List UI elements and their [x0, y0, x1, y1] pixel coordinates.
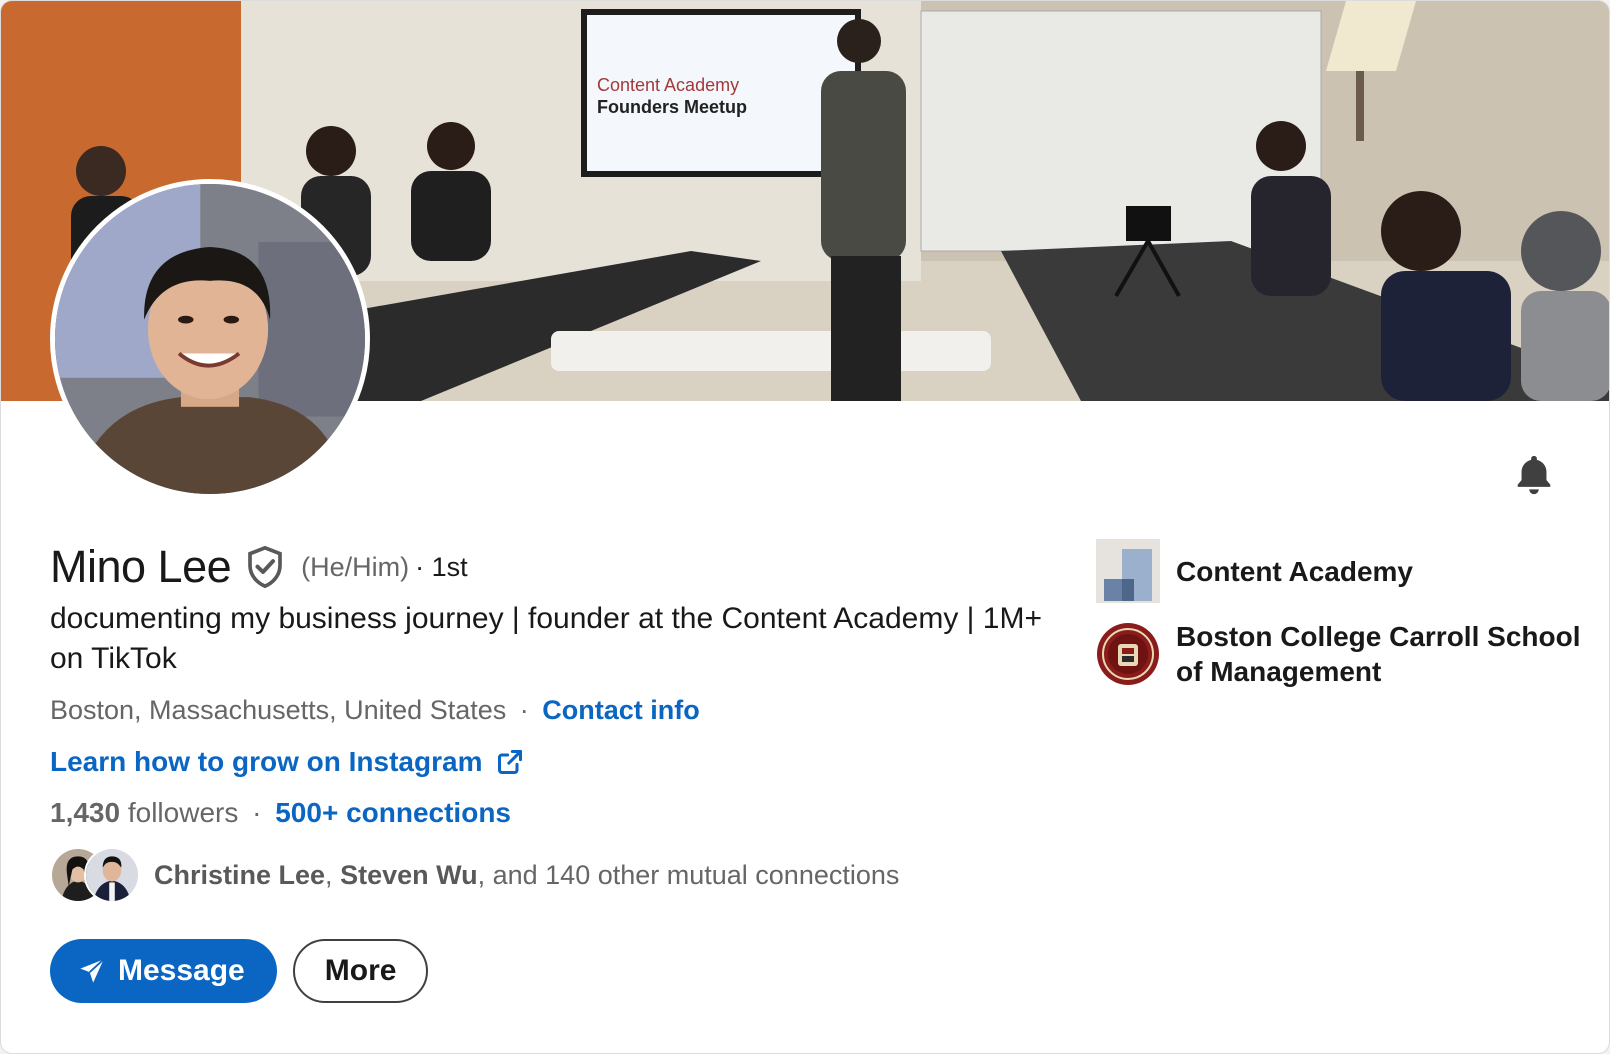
- notification-bell-icon[interactable]: [1511, 451, 1557, 499]
- cover-screen-line2: Founders Meetup: [597, 97, 747, 117]
- profile-photo[interactable]: [50, 179, 370, 499]
- profile-headline: documenting my business journey | founde…: [50, 602, 1042, 675]
- more-button-label: More: [324, 954, 397, 987]
- mutual-avatar-steven: [84, 847, 140, 903]
- content-academy-logo: [1096, 539, 1160, 603]
- mutual-avatar-illustration: [86, 849, 138, 901]
- org-name: Boston College Carroll School of Managem…: [1176, 621, 1581, 687]
- org-boston-college[interactable]: Boston College Carroll School of Managem…: [1096, 619, 1609, 689]
- profile-actions: Message More: [50, 939, 429, 1003]
- profile-card: Content Academy Founders Meetup Mino Lee…: [0, 0, 1610, 1054]
- content-academy-logo-graphic: [1096, 539, 1160, 603]
- boston-college-seal: [1097, 623, 1159, 685]
- followers-row: 1,430 followers · 500+ connections: [50, 797, 511, 829]
- paper-plane-icon: [80, 958, 105, 983]
- org-content-academy[interactable]: Content Academy: [1096, 539, 1413, 603]
- external-link-icon: [498, 749, 523, 775]
- followers-label: followers: [127, 797, 239, 828]
- message-button[interactable]: Message: [50, 939, 277, 1003]
- profile-photo-illustration: [55, 184, 365, 494]
- mutual-name-1: Christine Lee: [154, 859, 326, 890]
- verified-shield-icon[interactable]: [245, 545, 285, 589]
- org-name: Content Academy: [1176, 555, 1414, 587]
- mutual-connections-text: Christine Lee, Steven Wu, and 140 other …: [154, 860, 899, 891]
- profile-name: Mino Lee: [50, 541, 232, 592]
- name-row: Mino Lee (He/Him) · 1st: [50, 541, 468, 593]
- location-row: Boston, Massachusetts, United States · C…: [50, 695, 700, 726]
- followers-separator: ·: [252, 797, 262, 828]
- boston-college-logo: [1096, 622, 1160, 686]
- website-link[interactable]: Learn how to grow on Instagram: [50, 746, 524, 778]
- message-button-label: Message: [118, 954, 245, 987]
- bell-icon: [1517, 455, 1551, 495]
- pronouns: (He/Him): [301, 551, 410, 582]
- contact-info-link[interactable]: Contact info: [542, 695, 699, 725]
- more-button[interactable]: More: [292, 939, 429, 1003]
- mutual-name-2: Steven Wu: [340, 859, 478, 890]
- mutual-connections[interactable]: Christine Lee, Steven Wu, and 140 other …: [50, 847, 899, 903]
- mutual-suffix: , and 140 other mutual connections: [477, 859, 900, 890]
- cover-screen-line1: Content Academy: [597, 75, 739, 95]
- mutual-comma: ,: [325, 859, 333, 890]
- connections-link[interactable]: 500+ connections: [275, 797, 511, 828]
- location-separator: ·: [519, 695, 529, 725]
- connection-degree: · 1st: [415, 551, 468, 582]
- location: Boston, Massachusetts, United States: [50, 695, 507, 725]
- followers-count: 1,430: [50, 797, 121, 828]
- website-link-label: Learn how to grow on Instagram: [50, 746, 483, 777]
